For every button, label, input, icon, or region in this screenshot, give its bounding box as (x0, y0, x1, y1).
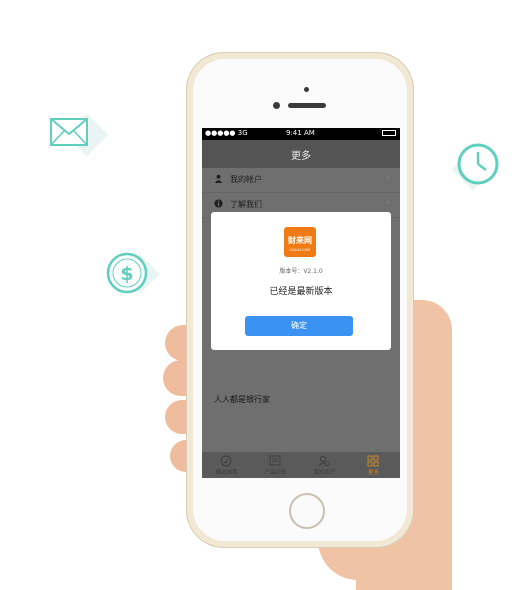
grid-icon (367, 455, 379, 467)
tab-more[interactable]: 更多 (349, 452, 398, 478)
tab-featured[interactable]: 精选推荐 (202, 452, 251, 478)
svg-text:$: $ (120, 263, 133, 285)
tab-label: 精选推荐 (215, 470, 238, 476)
tab-label: 更多 (367, 470, 379, 476)
menu-item-label: 我的帐户 (230, 175, 262, 184)
app-logo: 财来网 CAILAI.COM (284, 227, 316, 257)
sensor-dot (304, 87, 309, 92)
phone-screen: ●●●●● 3G 9:41 AM 更多 我的帐户 › 了解我们 › 人人都是银行… (202, 128, 400, 478)
logo-text: 财来网 (288, 236, 312, 245)
confirm-button[interactable]: 确定 (245, 316, 353, 336)
mail-icon (48, 113, 109, 164)
info-icon (214, 199, 223, 208)
signal-indicator: ●●●●● 3G (205, 129, 248, 137)
tab-my-assets[interactable]: 我的资产 (300, 452, 349, 478)
page-title: 更多 (291, 151, 311, 162)
tab-label: 我的资产 (313, 470, 336, 476)
slogan-text: 人人都是银行家 (214, 395, 270, 404)
status-time: 9:41 AM (286, 129, 315, 137)
earpiece-speaker (288, 103, 326, 108)
check-circle-icon (220, 455, 232, 467)
user-icon (214, 174, 223, 183)
menu-item-label: 了解我们 (230, 200, 262, 209)
tab-label: 产品列表 (264, 470, 287, 476)
dialog-message: 已经是最新版本 (269, 287, 333, 297)
status-bar: ●●●●● 3G 9:41 AM (202, 128, 400, 140)
dollar-icon: $ (104, 250, 160, 300)
version-label: 版本号：V2.1.0 (279, 268, 323, 275)
tab-products[interactable]: 产品列表 (251, 452, 300, 478)
battery-icon (382, 130, 396, 136)
chevron-right-icon: › (386, 173, 390, 183)
list-icon (269, 455, 281, 466)
clock-icon (448, 140, 508, 192)
update-dialog: 财来网 CAILAI.COM 版本号：V2.1.0 已经是最新版本 确定 (211, 212, 391, 350)
user-assets-icon (318, 456, 330, 467)
menu-item-my-account[interactable]: 我的帐户 › (202, 168, 400, 193)
front-camera (273, 102, 280, 109)
home-button[interactable] (289, 493, 325, 529)
nav-bar: 更多 (202, 140, 400, 168)
tab-bar: 精选推荐 产品列表 我的资产 更多 (202, 452, 400, 478)
logo-subtext: CAILAI.COM (289, 248, 311, 252)
chevron-right-icon: › (386, 198, 390, 208)
